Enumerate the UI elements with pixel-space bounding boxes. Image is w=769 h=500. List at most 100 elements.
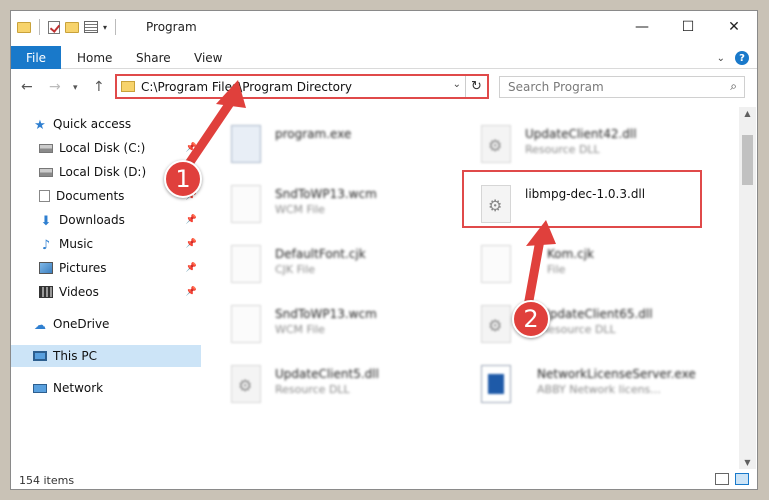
scrollbar-thumb[interactable]	[742, 135, 753, 185]
vertical-scrollbar[interactable]: ▲ ▼	[739, 107, 756, 469]
tab-file[interactable]: File	[11, 46, 61, 69]
file-name: DefaultFont.cjk	[275, 247, 366, 261]
chevron-down-icon[interactable]: ⌄	[453, 79, 461, 90]
generic-file-icon	[231, 185, 261, 223]
search-icon[interactable]: ⌕	[730, 79, 737, 94]
file-item[interactable]: UpdateClient42.dll Resource DLL	[481, 121, 721, 171]
pin-icon[interactable]: 📌	[186, 287, 197, 297]
navigation-pane: ★ Quick access Local Disk (C:) 📌 Local D…	[11, 107, 201, 469]
sidebar-item-music[interactable]: ♪ Music 📌	[11, 233, 201, 255]
navigation-row: ← → ▾ ↑ C:\Program Files\Program Directo…	[11, 69, 757, 105]
sidebar-item-videos[interactable]: Videos 📌	[11, 281, 201, 303]
drive-icon	[39, 167, 53, 177]
address-bar[interactable]: C:\Program Files\Program Directory ⌄ ↻	[115, 74, 489, 99]
details-view-icon[interactable]	[715, 473, 729, 485]
file-item[interactable]: SndToWP13.wcm WCM File	[231, 181, 471, 231]
pin-icon[interactable]: 📌	[186, 215, 197, 225]
search-input[interactable]: Search Program ⌕	[499, 76, 745, 98]
pin-icon[interactable]: 📌	[186, 143, 197, 153]
file-name: UpdateClient65.dll	[541, 307, 653, 321]
file-type: WCM File	[275, 203, 325, 216]
minimize-button[interactable]: —	[619, 11, 665, 43]
generic-file-icon	[231, 305, 261, 343]
large-icons-view-icon[interactable]	[735, 473, 749, 485]
sidebar-item-label: Local Disk (D:)	[59, 165, 147, 179]
file-type: Resource DLL	[275, 383, 350, 396]
file-list: program.exe UpdateClient42.dll Resource …	[211, 107, 739, 469]
sidebar-item-label: Network	[53, 381, 104, 395]
separator	[39, 19, 40, 35]
scroll-up-icon[interactable]: ▲	[739, 109, 756, 118]
new-folder-icon[interactable]	[65, 21, 79, 33]
star-icon: ★	[34, 118, 46, 133]
customize-icon[interactable]	[84, 21, 98, 33]
pin-icon[interactable]: 📌	[186, 263, 197, 273]
status-bar: 154 items	[11, 469, 757, 491]
file-name: SndToWP13.wcm	[275, 307, 377, 321]
videos-icon	[39, 286, 53, 298]
sidebar-item-quick-access[interactable]: ★ Quick access	[11, 113, 201, 135]
back-arrow-icon[interactable]: ←	[21, 79, 33, 95]
item-count: 154 items	[19, 474, 75, 487]
file-item[interactable]: Kom.cjk File	[481, 241, 721, 291]
help-icon[interactable]: ?	[735, 51, 749, 65]
close-button[interactable]: ✕	[711, 11, 757, 43]
sidebar-item-label: Pictures	[59, 261, 107, 275]
tab-share[interactable]: Share	[136, 51, 171, 65]
file-item[interactable]: SndToWP13.wcm WCM File	[231, 301, 471, 351]
sidebar-item-label: This PC	[53, 349, 97, 363]
tab-home[interactable]: Home	[77, 51, 112, 65]
recent-locations-chevron-icon[interactable]: ▾	[73, 83, 78, 93]
maximize-button[interactable]: ☐	[665, 11, 711, 43]
callout-step-2: 2	[512, 300, 550, 338]
folder-icon	[17, 21, 31, 33]
cloud-icon: ☁	[34, 318, 46, 332]
sidebar-item-downloads[interactable]: ⬇ Downloads 📌	[11, 209, 201, 231]
file-type: File	[547, 263, 566, 276]
network-icon	[33, 383, 47, 393]
callout-step-1: 1	[164, 160, 202, 198]
scroll-down-icon[interactable]: ▼	[739, 458, 756, 467]
forward-arrow-icon[interactable]: →	[49, 79, 61, 95]
sidebar-item-label: OneDrive	[53, 317, 110, 331]
view-toggle	[715, 473, 749, 485]
file-item[interactable]: NetworkLicenseServer.exe ABBY Network li…	[481, 361, 721, 411]
dll-file-icon	[481, 125, 511, 163]
properties-check-icon[interactable]	[48, 20, 60, 34]
sidebar-item-local-disk-c[interactable]: Local Disk (C:) 📌	[11, 137, 201, 159]
title-bar: ▾ Program — ☐ ✕	[11, 11, 757, 43]
ribbon-right: ⌄ ?	[717, 51, 749, 65]
file-item[interactable]: UpdateClient5.dll Resource DLL	[231, 361, 471, 411]
expand-ribbon-icon[interactable]: ⌄	[717, 53, 725, 64]
file-type: ABBY Network licens...	[537, 383, 661, 396]
file-name: NetworkLicenseServer.exe	[537, 367, 696, 381]
sidebar-item-label: Music	[59, 237, 94, 251]
ribbon-tabs: File Home Share View ⌄ ?	[11, 43, 757, 69]
file-item[interactable]: DefaultFont.cjk CJK File	[231, 241, 471, 291]
folder-icon	[121, 81, 135, 92]
pictures-icon	[39, 262, 53, 274]
sidebar-item-this-pc[interactable]: This PC	[11, 345, 201, 367]
file-item[interactable]: program.exe	[231, 121, 471, 171]
address-path[interactable]: C:\Program Files\Program Directory	[141, 80, 352, 94]
quick-access-toolbar: ▾	[17, 19, 119, 35]
file-name: UpdateClient42.dll	[525, 127, 637, 141]
sidebar-item-pictures[interactable]: Pictures 📌	[11, 257, 201, 279]
sidebar-item-onedrive[interactable]: ☁ OneDrive	[11, 313, 201, 335]
pin-icon[interactable]: 📌	[186, 239, 197, 249]
explorer-window: ▾ Program — ☐ ✕ File Home Share View ⌄ ?…	[10, 10, 758, 490]
music-icon: ♪	[41, 238, 51, 253]
sidebar-item-label: Documents	[56, 189, 125, 203]
tab-view[interactable]: View	[194, 51, 222, 65]
sidebar-item-network[interactable]: Network	[11, 377, 201, 399]
application-icon	[481, 365, 511, 403]
refresh-icon[interactable]: ↻	[465, 76, 487, 97]
file-name: Kom.cjk	[547, 247, 594, 261]
file-name: SndToWP13.wcm	[275, 187, 377, 201]
chevron-down-icon[interactable]: ▾	[103, 23, 107, 32]
file-type: WCM File	[275, 323, 325, 336]
documents-icon	[39, 190, 50, 202]
up-arrow-icon[interactable]: ↑	[93, 79, 105, 95]
drive-icon	[39, 143, 53, 153]
exe-file-icon	[231, 125, 261, 163]
